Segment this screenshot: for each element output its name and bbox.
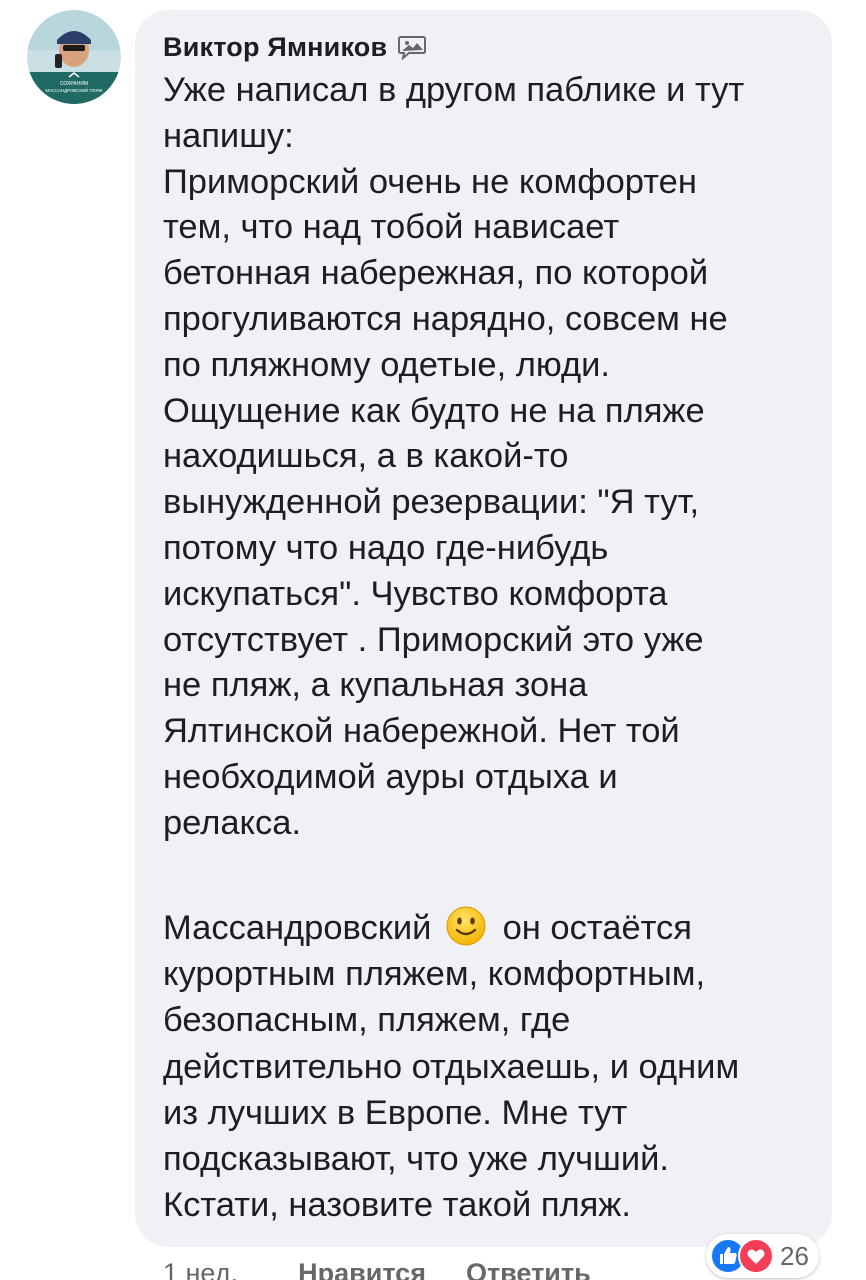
comment-text-after-emoji: он остаётся bbox=[502, 909, 692, 947]
comment-line: потому что надо где-нибудь bbox=[163, 528, 609, 567]
comment-paragraph-1: Уже написал в другом паблике и тут напишу… bbox=[163, 68, 823, 847]
comment-footer: 1 нед. Нравится Ответить bbox=[163, 1253, 631, 1280]
comment-line: вынужденной резервации: "Я тут, bbox=[163, 483, 700, 522]
comment-line: Приморский очень не комфортен bbox=[163, 162, 697, 201]
avatar-caption-line1: СОХРАНИМ bbox=[60, 81, 88, 87]
comment-line: Уже написал в другом паблике и тут bbox=[163, 71, 745, 109]
slightly-smiling-face-icon bbox=[445, 905, 487, 947]
comment-line: бетонная набережная, по которой bbox=[163, 254, 709, 293]
comment-line: Массандровский он остаётся bbox=[163, 905, 823, 951]
comment-line: необходимой ауры отдыха и bbox=[163, 757, 618, 796]
photo-comment-icon bbox=[397, 34, 427, 61]
avatar-caption-line2: МАССАНДРОВСКИЙ ПЛЯЖ bbox=[45, 88, 102, 93]
comment-line: отсутствует . Приморский это уже bbox=[163, 620, 704, 659]
comment-line: находишься, а в какой-то bbox=[163, 437, 569, 476]
comment-line: напишу: bbox=[163, 116, 294, 155]
comment-line: релакса. bbox=[163, 803, 302, 842]
like-button[interactable]: Нравится bbox=[298, 1258, 426, 1280]
avatar-image: СОХРАНИМ МАССАНДРОВСКИЙ ПЛЯЖ bbox=[27, 10, 121, 104]
comment-line: прогуливаются нарядно, совсем не bbox=[163, 299, 728, 338]
love-icon bbox=[738, 1238, 774, 1274]
comment-line: тем, что над тобой нависает bbox=[163, 208, 620, 247]
reply-button[interactable]: Ответить bbox=[466, 1258, 591, 1280]
author-name[interactable]: Виктор Ямников bbox=[163, 32, 387, 63]
comment-text-before-emoji: Массандровский bbox=[163, 909, 432, 947]
comment-paragraph-2: Массандровский он остаётся курортным пля… bbox=[163, 905, 823, 1228]
comment-line: действительно отдыхаешь, и одним bbox=[163, 1047, 740, 1086]
reaction-count: 26 bbox=[780, 1240, 809, 1271]
comment-author-row: Виктор Ямников bbox=[163, 27, 427, 67]
comment-paragraph-2-lines: курортным пляжем, комфортным, безопасным,… bbox=[163, 951, 823, 1228]
comment-line: Ощущение как будто не на пляже bbox=[163, 391, 705, 430]
comment-line: подсказывают, что уже лучший. bbox=[163, 1140, 669, 1179]
comment-line: из лучших в Европе. Мне тут bbox=[163, 1093, 628, 1132]
avatar[interactable]: СОХРАНИМ МАССАНДРОВСКИЙ ПЛЯЖ bbox=[27, 10, 121, 104]
comment-line: не пляж, а купальная зона bbox=[163, 666, 588, 705]
comment-line: безопасным, пляжем, где bbox=[163, 1001, 571, 1040]
comment-line: Кстати, назовите такой пляж. bbox=[163, 1186, 631, 1225]
comment-line: по пляжному одетые, люди. bbox=[163, 345, 611, 384]
comment-timestamp[interactable]: 1 нед. bbox=[163, 1258, 238, 1280]
comment-line: Ялтинской набережной. Нет той bbox=[163, 712, 680, 751]
comment-line: искупаться". Чувство комфорта bbox=[163, 574, 668, 613]
comment-screen: СОХРАНИМ МАССАНДРОВСКИЙ ПЛЯЖ Виктор Ямни… bbox=[0, 0, 866, 1280]
comment-line: курортным пляжем, комфортным, bbox=[163, 955, 706, 994]
reactions-summary[interactable]: 26 bbox=[706, 1234, 819, 1278]
